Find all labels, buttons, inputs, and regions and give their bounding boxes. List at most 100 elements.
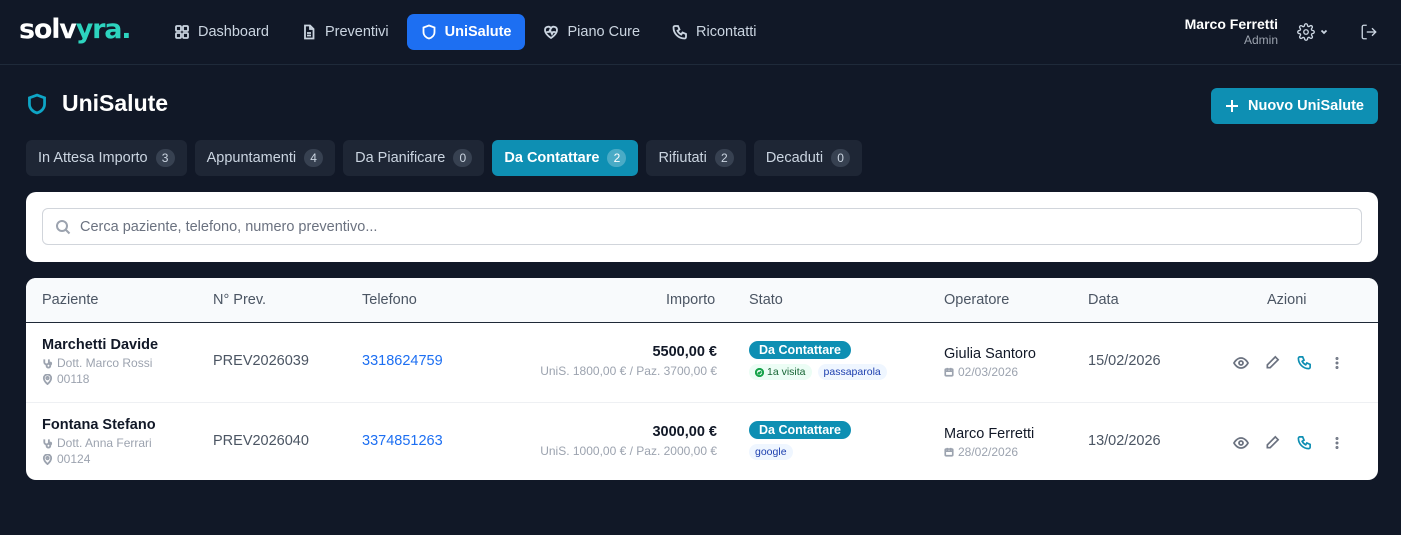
nav-ricontatti[interactable]: Ricontatti	[658, 14, 770, 50]
amount-cell: 5500,00 € UniS. 1800,00 € / Paz. 3700,00…	[467, 344, 717, 378]
phone-link[interactable]: 3318624759	[362, 353, 443, 369]
table-row[interactable]: Marchetti Davide Dott. Marco Rossi 00118…	[26, 323, 1378, 402]
row-date: 13/02/2026	[1088, 433, 1161, 449]
nav-label: Ricontatti	[696, 24, 757, 40]
tab-count: 0	[453, 149, 473, 167]
column-header[interactable]: Importo	[666, 292, 715, 308]
column-header[interactable]: Telefono	[362, 292, 417, 308]
more-options-button[interactable]	[1328, 354, 1345, 371]
patient-name: Marchetti Davide	[42, 337, 159, 353]
doctor-name: Dott. Marco Rossi	[57, 356, 153, 370]
operator-date: 28/02/2026	[958, 445, 1019, 459]
edit-button[interactable]	[1264, 434, 1281, 451]
unisalute-table: Paziente N° Prev. Telefono Importo Stato…	[26, 278, 1378, 480]
chevron-down-icon	[1320, 29, 1328, 35]
logout-button[interactable]	[1360, 23, 1378, 46]
phone-icon	[672, 25, 687, 40]
tab-appuntamenti[interactable]: Appuntamenti 4	[194, 140, 336, 176]
nav-label: Piano Cure	[567, 24, 641, 40]
stethoscope-icon	[43, 438, 53, 449]
operator-date: 02/03/2026	[958, 365, 1019, 379]
tab-count: 3	[155, 149, 175, 167]
nav-label: UniSalute	[444, 24, 512, 40]
call-button[interactable]	[1296, 434, 1313, 451]
tab-count: 2	[714, 149, 734, 167]
settings-menu[interactable]	[1297, 23, 1329, 41]
prev-number: PREV2026040	[213, 433, 309, 449]
status-cell: Da Contattare 1a visita passaparola	[749, 341, 887, 380]
plus-icon	[1225, 100, 1238, 112]
page-title: UniSalute	[62, 90, 169, 116]
main-nav: Dashboard Preventivi UniSalute Piano Cur…	[160, 14, 770, 50]
tab-label: Decaduti	[765, 150, 824, 166]
new-unisalute-button[interactable]: Nuovo UniSalute	[1211, 88, 1378, 124]
more-vertical-icon	[1335, 436, 1339, 449]
tab-count: 2	[607, 149, 627, 167]
status-badge: Da Contattare	[749, 421, 851, 439]
operator-date-line: 02/03/2026	[944, 365, 1036, 379]
patient-cell: Fontana Stefano Dott. Anna Ferrari 00124	[42, 417, 156, 466]
shield-icon	[422, 24, 436, 40]
patient-code: 00118	[57, 372, 90, 386]
calendar-icon	[944, 367, 954, 377]
tag-source: passaparola	[817, 364, 887, 380]
patient-cell: Marchetti Davide Dott. Marco Rossi 00118	[42, 337, 158, 386]
tag-source: google	[749, 444, 793, 460]
nav-preventivi[interactable]: Preventivi	[287, 14, 403, 50]
status-tabs: In Attesa Importo 3 Appuntamenti 4 Da Pian…	[26, 140, 863, 176]
column-header[interactable]: Operatore	[944, 292, 1009, 308]
eye-icon	[1232, 436, 1249, 449]
page-header: UniSalute	[26, 90, 168, 117]
tag-first-visit: 1a visita	[749, 364, 812, 380]
nav-dashboard[interactable]: Dashboard	[160, 14, 283, 50]
view-button[interactable]	[1232, 434, 1249, 451]
table-row[interactable]: Fontana Stefano Dott. Anna Ferrari 00124…	[26, 402, 1378, 480]
tab-rifiutati[interactable]: Rifiutati 2	[646, 140, 746, 176]
nav-label: Preventivi	[324, 24, 389, 40]
more-options-button[interactable]	[1328, 434, 1345, 451]
user-info: Marco Ferretti Admin	[1185, 16, 1278, 48]
tab-label: Appuntamenti	[206, 150, 297, 166]
nav-unisalute[interactable]: UniSalute	[406, 14, 526, 50]
top-bar: solvyra. Dashboard Preventivi UniSalute …	[0, 0, 1401, 65]
amount-total: 5500,00 €	[652, 344, 717, 360]
tab-count: 4	[304, 149, 324, 167]
location-pin-icon	[42, 453, 53, 465]
tab-in-attesa-importo[interactable]: In Attesa Importo 3	[26, 140, 187, 176]
search-input[interactable]	[80, 218, 1330, 235]
nav-piano-cure[interactable]: Piano Cure	[529, 14, 654, 50]
status-badge: Da Contattare	[749, 341, 851, 359]
more-vertical-icon	[1335, 356, 1339, 369]
tab-da-pianificare[interactable]: Da Pianificare 0	[343, 140, 485, 176]
column-header[interactable]: N° Prev.	[213, 292, 266, 308]
tag-label: 1a visita	[767, 366, 806, 378]
logo[interactable]: solvyra.	[19, 14, 131, 46]
code-line: 00124	[42, 452, 156, 466]
row-actions	[1232, 434, 1345, 451]
operator-name: Giulia Santoro	[944, 346, 1036, 362]
eye-icon	[1232, 356, 1249, 369]
view-button[interactable]	[1232, 354, 1249, 371]
tab-da-contattare[interactable]: Da Contattare 2	[492, 140, 639, 176]
pencil-icon	[1266, 435, 1280, 449]
column-header[interactable]: Paziente	[42, 292, 98, 308]
phone-link[interactable]: 3374851263	[362, 433, 443, 449]
search-icon	[56, 219, 71, 234]
operator-cell: Marco Ferretti 28/02/2026	[944, 426, 1034, 459]
tab-decaduti[interactable]: Decaduti 0	[753, 140, 863, 176]
doctor-line: Dott. Anna Ferrari	[42, 436, 156, 450]
heart-pulse-icon	[544, 25, 559, 40]
edit-button[interactable]	[1264, 354, 1281, 371]
amount-detail: UniS. 1000,00 € / Paz. 2000,00 €	[540, 444, 717, 458]
calendar-icon	[944, 447, 954, 457]
row-date: 15/02/2026	[1088, 353, 1161, 369]
user-role: Admin	[1243, 33, 1278, 47]
doctor-name: Dott. Anna Ferrari	[57, 436, 152, 450]
column-header[interactable]: Data	[1088, 292, 1119, 308]
check-circle-icon	[755, 367, 764, 377]
tab-label: Rifiutati	[658, 150, 707, 166]
column-header[interactable]: Stato	[749, 292, 783, 308]
location-pin-icon	[42, 373, 53, 385]
document-icon	[304, 24, 315, 40]
call-button[interactable]	[1296, 354, 1313, 371]
